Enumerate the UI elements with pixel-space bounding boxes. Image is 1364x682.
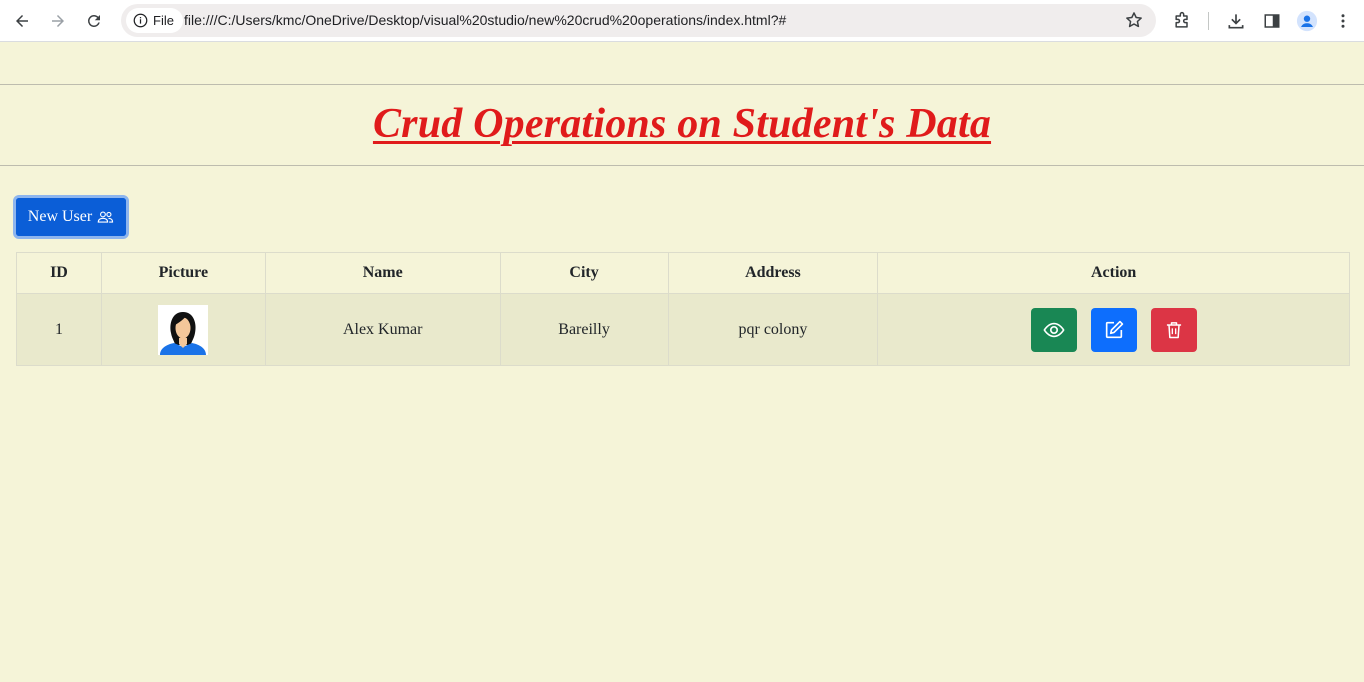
browser-toolbar: File file:///C:/Users/kmc/OneDrive/Deskt…: [0, 0, 1364, 42]
new-user-label: New User: [27, 208, 93, 225]
header-city: City: [499, 252, 669, 294]
cell-picture: [100, 293, 266, 366]
eye-icon: [1043, 322, 1065, 337]
reload-button[interactable]: [80, 7, 108, 35]
side-panel-button[interactable]: [1259, 8, 1285, 34]
edit-icon: [1105, 320, 1123, 338]
table-row: 1 Alex Kumar Bareilly pqr colony: [16, 293, 1350, 366]
profile-avatar-icon: [1296, 10, 1318, 32]
cell-actions: [877, 293, 1350, 366]
header-action: Action: [877, 252, 1350, 294]
profile-button[interactable]: [1294, 8, 1320, 34]
downloads-button[interactable]: [1223, 8, 1249, 34]
table-header-row: ID Picture Name City Address Action: [16, 252, 1350, 294]
bookmark-star-icon[interactable]: [1124, 10, 1144, 30]
students-table: ID Picture Name City Address Action 1 Al…: [16, 252, 1350, 366]
forward-button[interactable]: [44, 7, 72, 35]
reload-icon: [87, 14, 100, 27]
back-button[interactable]: [8, 7, 36, 35]
header-name: Name: [264, 252, 501, 294]
delete-button[interactable]: [1150, 307, 1197, 352]
side-panel-icon: [1264, 14, 1280, 28]
menu-button[interactable]: [1330, 8, 1356, 34]
arrow-left-icon: [16, 15, 28, 27]
chip-label: File: [153, 13, 174, 28]
site-info-chip[interactable]: File: [126, 8, 183, 33]
address-bar[interactable]: File file:///C:/Users/kmc/OneDrive/Deskt…: [121, 4, 1156, 37]
cell-name: Alex Kumar: [264, 293, 501, 366]
info-icon: [133, 13, 148, 28]
header-id: ID: [16, 252, 102, 294]
page-title: Crud Operations on Student's Data: [372, 101, 992, 147]
puzzle-icon: [1175, 11, 1188, 28]
cell-city: Bareilly: [499, 293, 669, 366]
cell-address: pqr colony: [667, 293, 879, 366]
download-icon: [1228, 14, 1244, 29]
toolbar-separator: [1208, 12, 1209, 30]
url-text[interactable]: file:///C:/Users/kmc/OneDrive/Desktop/vi…: [184, 12, 786, 28]
extensions-button[interactable]: [1169, 8, 1195, 34]
view-button[interactable]: [1030, 307, 1077, 352]
header-picture: Picture: [100, 252, 266, 294]
student-avatar-image: [158, 304, 209, 355]
arrow-right-icon: [52, 15, 64, 27]
header-address: Address: [667, 252, 879, 294]
more-vert-icon: [1341, 14, 1345, 28]
cell-id: 1: [16, 293, 102, 366]
new-user-button[interactable]: New User: [13, 195, 129, 239]
people-icon: [97, 211, 114, 223]
bottom-divider: [0, 165, 1364, 166]
edit-button[interactable]: [1090, 307, 1137, 352]
top-divider: [0, 84, 1364, 85]
trash-icon: [1166, 321, 1181, 338]
